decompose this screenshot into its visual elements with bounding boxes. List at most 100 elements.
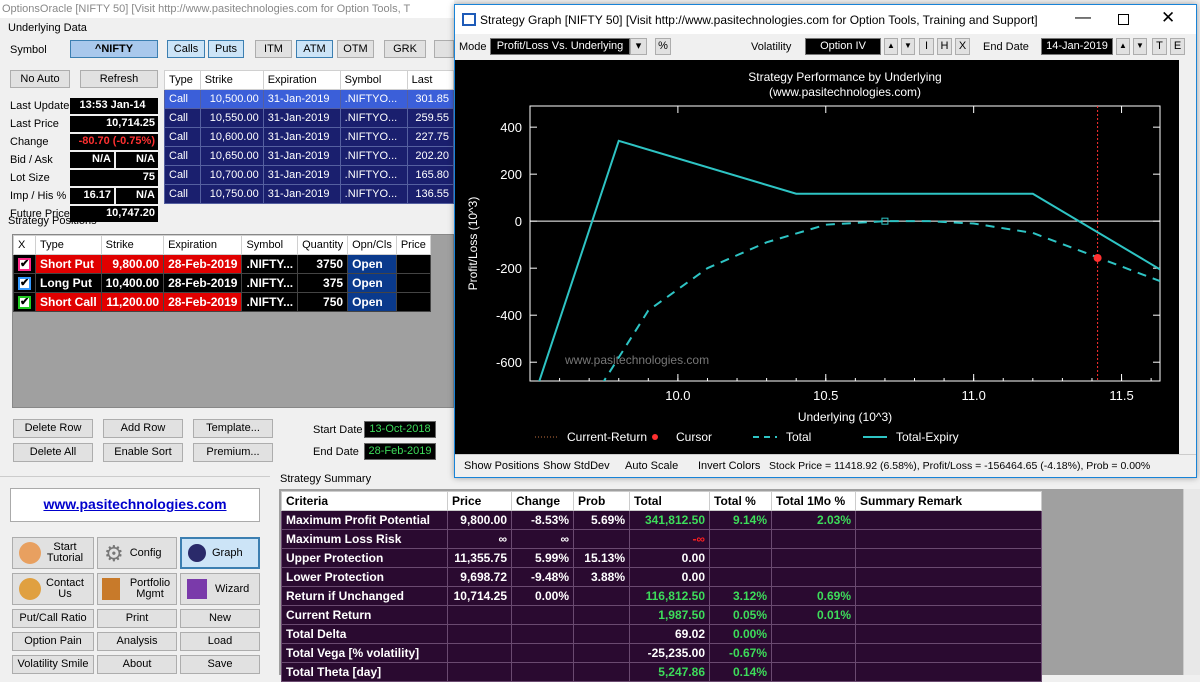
start-date-input[interactable]: 13-Oct-2018 [364, 421, 436, 438]
checkbox[interactable] [18, 257, 31, 272]
close-icon[interactable]: ✕ [1161, 8, 1175, 28]
print-button[interactable]: Print [97, 609, 177, 628]
show-stddev-button[interactable]: Show StdDev [543, 460, 610, 472]
e-button[interactable]: E [1170, 38, 1185, 55]
grk-button[interactable]: GRK [384, 40, 426, 58]
website-link[interactable]: www.pasitechnologies.com [10, 496, 260, 512]
summary-header[interactable]: Change [511, 491, 574, 511]
vol-up-icon[interactable]: ▲ [884, 38, 898, 55]
checkbox[interactable] [18, 295, 31, 310]
positions-header[interactable]: Strike [100, 235, 165, 255]
table-row[interactable]: Call 10,500.00 31-Jan-2019 .NIFTYO... 301.85 [164, 89, 455, 109]
new-button[interactable]: New [180, 609, 260, 628]
summary-header[interactable]: Total % [709, 491, 772, 511]
mode-select[interactable]: Profit/Loss Vs. Underlying [490, 38, 630, 55]
table-row[interactable]: Total Delta 69.02 0.00% [281, 624, 1042, 644]
table-row[interactable]: Total Vega [% volatility] -25,235.00 -0.67… [281, 643, 1042, 663]
position-cell-cb[interactable] [13, 254, 36, 274]
itm-button[interactable]: ITM [255, 40, 292, 58]
config-button[interactable]: ⚙ Config [97, 537, 177, 569]
contact-us-button[interactable]: Contact Us [12, 573, 94, 605]
table-row[interactable]: Maximum Profit Potential 9,800.00 -8.53% 5.… [281, 510, 1042, 530]
portfolio-mgmt-button[interactable]: Portfolio Mgmt [97, 573, 177, 605]
table-row[interactable]: Maximum Loss Risk ∞ ∞ -∞ [281, 529, 1042, 549]
positions-header[interactable]: Symbol [241, 235, 299, 255]
positions-header[interactable]: Opn/Cls [347, 235, 397, 255]
options-header[interactable]: Strike [199, 70, 264, 90]
graph-button[interactable]: Graph [180, 537, 260, 569]
positions-header[interactable]: Expiration [163, 235, 243, 255]
positions-header[interactable]: Quantity [297, 235, 349, 255]
otm-button[interactable]: OTM [337, 40, 374, 58]
table-row[interactable]: Lower Protection 9,698.72 -9.48% 3.88% 0.00 [281, 567, 1042, 587]
summary-header[interactable]: Criteria [281, 491, 448, 511]
enable-sort-button[interactable]: Enable Sort [103, 443, 183, 462]
analysis-button[interactable]: Analysis [97, 632, 177, 651]
delete-row-button[interactable]: Delete Row [13, 419, 93, 438]
summary-header[interactable]: Summary Remark [855, 491, 1042, 511]
summary-header[interactable]: Prob [573, 491, 630, 511]
t-button[interactable]: T [1152, 38, 1167, 55]
volatility-select[interactable]: Option IV [805, 38, 881, 55]
date-up-icon[interactable]: ▲ [1116, 38, 1130, 55]
template-button[interactable]: Template... [193, 419, 273, 438]
table-row[interactable]: Call 10,700.00 31-Jan-2019 .NIFTYO... 165.80 [164, 165, 455, 185]
h-button[interactable]: H [937, 38, 952, 55]
positions-table[interactable]: X Type Strike Expiration Symbol Quantity Opn/C… [13, 235, 431, 312]
vol-down-icon[interactable]: ▼ [901, 38, 915, 55]
table-row[interactable]: Upper Protection 11,355.75 5.99% 15.13% 0.00 [281, 548, 1042, 568]
option-pain-button[interactable]: Option Pain [12, 632, 94, 651]
auto-scale-button[interactable]: Auto Scale [625, 460, 678, 472]
calls-button[interactable]: Calls [167, 40, 205, 58]
refresh-button[interactable]: Refresh [80, 70, 158, 88]
about-button[interactable]: About [97, 655, 177, 674]
atm-button[interactable]: ATM [296, 40, 333, 58]
volatility-smile-button[interactable]: Volatility Smile [12, 655, 94, 674]
maximize-icon[interactable] [1118, 14, 1129, 25]
date-down-icon[interactable]: ▼ [1133, 38, 1147, 55]
x-button[interactable]: X [955, 38, 970, 55]
table-row[interactable]: Call 10,600.00 31-Jan-2019 .NIFTYO... 227.75 [164, 127, 455, 147]
end-date-input[interactable]: 28-Feb-2019 [364, 443, 436, 460]
graph-end-date-input[interactable]: 14-Jan-2019 [1041, 38, 1113, 55]
checkbox[interactable] [18, 276, 31, 291]
position-cell-cb[interactable] [13, 273, 36, 293]
summary-header[interactable]: Price [447, 491, 512, 511]
graph-scrollbar[interactable] [1179, 60, 1196, 454]
premium-button[interactable]: Premium... [193, 443, 273, 462]
delete-all-button[interactable]: Delete All [13, 443, 93, 462]
table-row[interactable]: Short Call11,200.0028-Feb-2019.NIFTY...7… [13, 292, 431, 312]
table-row[interactable]: Long Put10,400.0028-Feb-2019.NIFTY...375… [13, 273, 431, 293]
table-row[interactable]: Current Return 1,987.50 0.05% 0.01% [281, 605, 1042, 625]
puts-button[interactable]: Puts [208, 40, 244, 58]
put-call-ratio-button[interactable]: Put/Call Ratio [12, 609, 94, 628]
start-tutorial-button[interactable]: Start Tutorial [12, 537, 94, 569]
invert-colors-button[interactable]: Invert Colors [698, 460, 760, 472]
summary-table[interactable]: Criteria Price Change Prob Total Total % Total… [281, 491, 1042, 682]
extra-button[interactable] [434, 40, 454, 58]
positions-header[interactable]: Type [35, 235, 102, 255]
mode-dropdown-chevron-icon[interactable]: ▾ [630, 38, 647, 55]
positions-header[interactable]: Price [395, 235, 431, 255]
wizard-button[interactable]: Wizard [180, 573, 260, 605]
table-row[interactable]: Total Theta [day] 5,247.86 0.14% [281, 662, 1042, 682]
table-row[interactable]: Call 10,650.00 31-Jan-2019 .NIFTYO... 202.20 [164, 146, 455, 166]
symbol-input[interactable]: ^NIFTY [70, 40, 158, 58]
table-row[interactable]: Call 10,550.00 31-Jan-2019 .NIFTYO... 259.55 [164, 108, 455, 128]
options-header[interactable]: Expiration [262, 70, 341, 90]
load-button[interactable]: Load [180, 632, 260, 651]
summary-header[interactable]: Total [629, 491, 710, 511]
strategy-chart[interactable]: Strategy Performance by Underlying(www.p… [455, 60, 1196, 454]
table-row[interactable]: Short Put9,800.0028-Feb-2019.NIFTY...375… [13, 254, 431, 274]
options-table[interactable]: Type Strike Expiration Symbol Last Call 10,500… [164, 70, 455, 204]
positions-header[interactable]: X [13, 235, 36, 255]
summary-header[interactable]: Total 1Mo % [771, 491, 856, 511]
options-header[interactable]: Type [164, 70, 201, 90]
show-positions-button[interactable]: Show Positions [464, 460, 539, 472]
minimize-icon[interactable]: — [1075, 9, 1091, 27]
percent-button[interactable]: % [655, 38, 671, 55]
table-row[interactable]: Call 10,750.00 31-Jan-2019 .NIFTYO... 136.55 [164, 184, 455, 204]
save-button[interactable]: Save [180, 655, 260, 674]
table-row[interactable]: Return if Unchanged 10,714.25 0.00% 116,812… [281, 586, 1042, 606]
no-auto-button[interactable]: No Auto [10, 70, 70, 88]
